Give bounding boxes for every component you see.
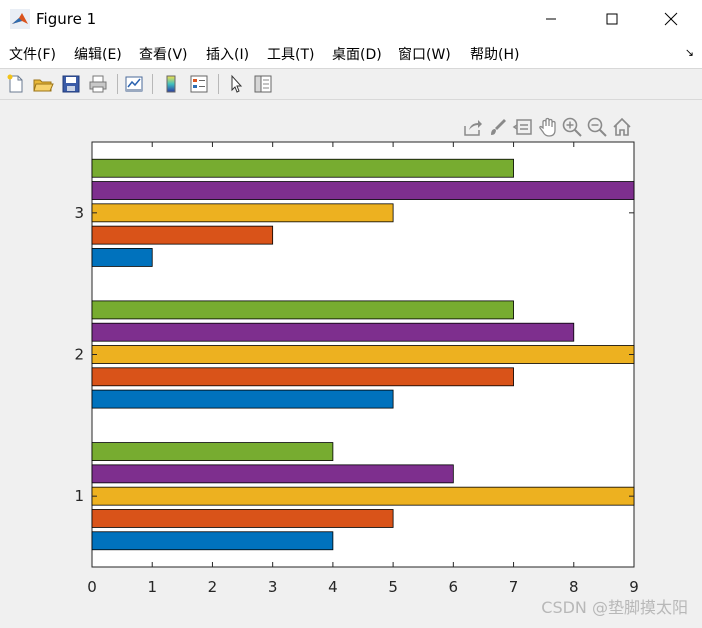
y-tick-label: 1 bbox=[74, 487, 84, 505]
bar-cat2-series1 bbox=[91, 389, 394, 409]
watermark: CSDN @垫脚摸太阳 bbox=[541, 598, 688, 617]
bar-cat1-series5 bbox=[91, 442, 334, 461]
bar-cat3-series4 bbox=[91, 181, 635, 200]
bar-cat3-series2 bbox=[91, 225, 274, 245]
y-tick-label: 3 bbox=[74, 204, 84, 222]
bar-cat3-series3 bbox=[91, 203, 394, 223]
bar-cat1-series4 bbox=[91, 464, 454, 484]
bar-cat2-series4 bbox=[91, 322, 575, 342]
x-tick-label: 6 bbox=[449, 578, 459, 596]
bar-chart: 0123456789 123 bbox=[74, 141, 639, 596]
x-tick-label: 1 bbox=[147, 578, 157, 596]
bar-cat1-series2 bbox=[91, 509, 394, 528]
bar-cat2-series2 bbox=[91, 367, 514, 387]
x-tick-label: 4 bbox=[328, 578, 338, 596]
bar-cat1-series1 bbox=[91, 531, 334, 551]
bar-cat1-series3 bbox=[91, 486, 635, 506]
x-tick-label: 5 bbox=[388, 578, 398, 596]
x-tick-label: 0 bbox=[87, 578, 97, 596]
x-tick-label: 3 bbox=[268, 578, 278, 596]
bar-cat3-series1 bbox=[91, 248, 153, 267]
bar-cat3-series5 bbox=[91, 158, 514, 178]
x-tick-label: 7 bbox=[509, 578, 519, 596]
x-tick-label: 2 bbox=[208, 578, 218, 596]
bar-cat2-series5 bbox=[91, 300, 514, 320]
y-tick-label: 2 bbox=[74, 346, 84, 364]
bar-cat2-series3 bbox=[91, 345, 635, 364]
